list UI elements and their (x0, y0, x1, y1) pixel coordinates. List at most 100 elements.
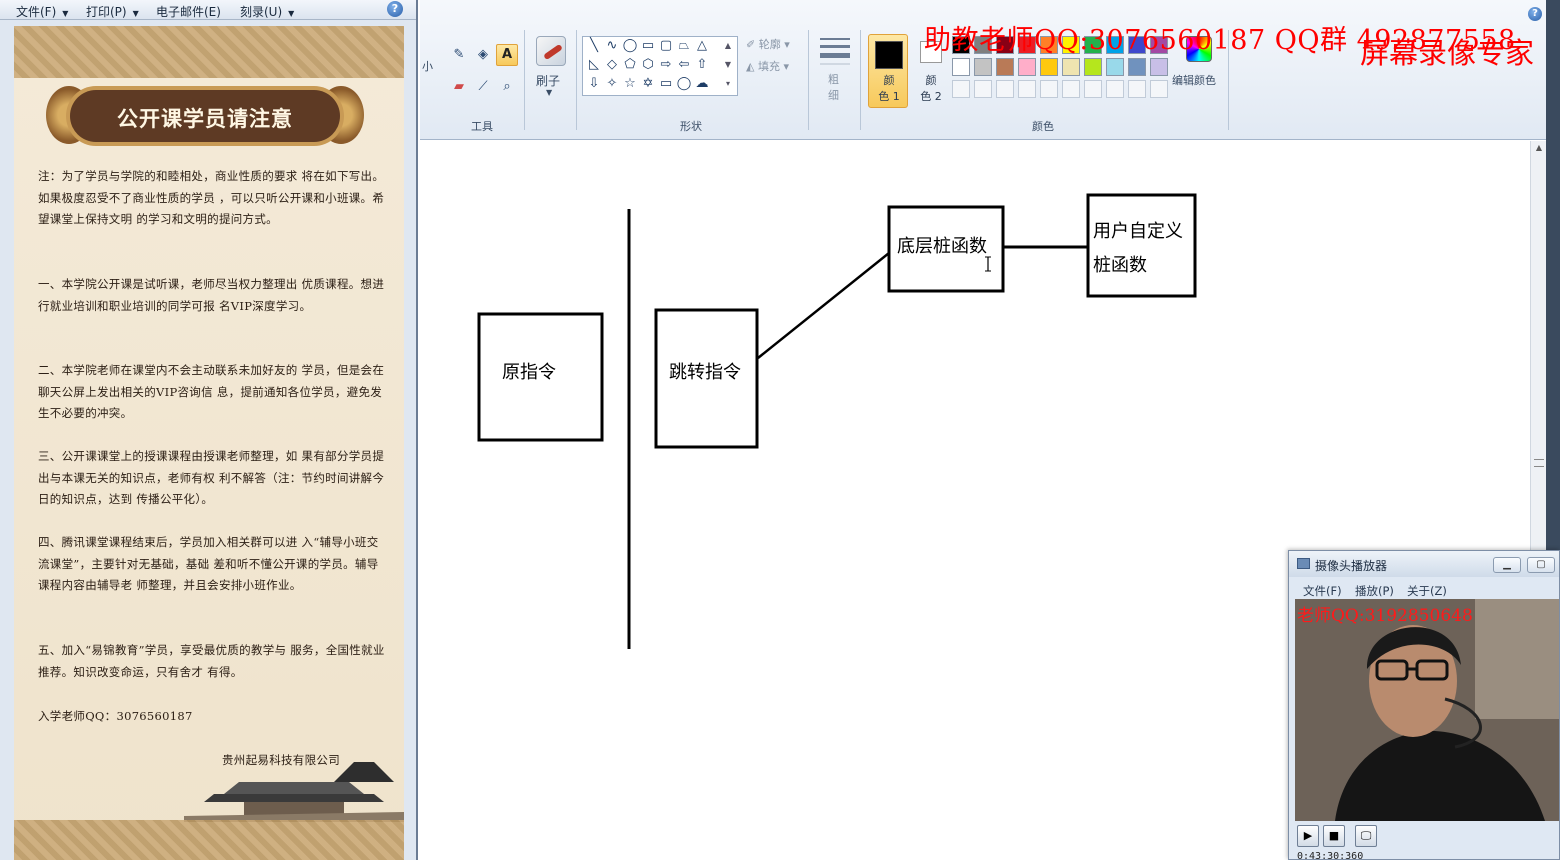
poster-paragraph-4: 四、腾讯课堂课程结束后，学员加入相关群可以进 入“辅导小班交流课堂”，主要针对无… (38, 535, 379, 592)
webcam-person-image (1295, 599, 1559, 821)
polygon-shape-icon[interactable]: ⏢ (675, 37, 693, 55)
color-picker-tool-button[interactable]: ⟋ (472, 76, 494, 98)
jump-instruction-label: 跳转指令 (669, 362, 741, 383)
color1-button[interactable]: 颜 色 1 (868, 34, 908, 108)
menu-burn[interactable]: 刻录(U) ▼ (240, 3, 294, 20)
minimize-button[interactable]: ▁ (1493, 557, 1521, 573)
pagoda-illustration (184, 762, 404, 822)
outline-dropdown[interactable]: ✐ 轮廓 ▾ (746, 36, 790, 52)
text-tool-button[interactable]: A (496, 44, 518, 66)
poster-paragraph-1: 一、本学院公开课是试听课，老师尽当权力整理出 优质课程。想进行就业培训和职业培训… (38, 277, 385, 313)
chevron-up-icon[interactable]: ▲ (719, 37, 737, 55)
chevron-down-icon: ▼ (546, 88, 553, 97)
video-watermark: 老师QQ:3192850648 (1297, 606, 1473, 626)
palette-swatch[interactable] (1040, 58, 1058, 76)
thickness-label: 粗 细 (828, 73, 839, 102)
size-label: 小 (422, 60, 433, 73)
fill-tool-button[interactable]: ◈ (472, 44, 494, 66)
pentagon-shape-icon[interactable]: ⬠ (621, 56, 639, 74)
palette-swatch[interactable] (1062, 58, 1080, 76)
stop-button[interactable]: ■ (1323, 825, 1345, 847)
brushes-button[interactable]: 刷子 ▼ (532, 34, 570, 104)
callout-oval-shape-icon[interactable]: ◯ (675, 75, 693, 93)
hexagon-shape-icon[interactable]: ⬡ (639, 56, 657, 74)
palette-swatch[interactable] (1106, 58, 1124, 76)
palette-empty-swatch[interactable] (1084, 80, 1102, 98)
cam-menu-file[interactable]: 文件(F) (1303, 583, 1342, 599)
palette-empty-swatch[interactable] (1018, 80, 1036, 98)
camera-player-title: 摄像头播放器 (1315, 559, 1388, 573)
photo-viewer-menubar: 文件(F) ▼ 打印(P) ▼ 电子邮件(E) 刻录(U) ▼ ? (0, 0, 416, 20)
poster-paragraph-intro: 注：为了学员与学院的和睦相处，商业性质的要求 将在如下写出。如果极度忍受不了商业… (38, 169, 385, 226)
connector-jump-to-stub (757, 252, 890, 359)
down-arrow-shape-icon[interactable]: ⇩ (585, 75, 603, 93)
five-point-star-shape-icon[interactable]: ☆ (621, 75, 639, 93)
callout-cloud-shape-icon[interactable]: ☁ (693, 75, 711, 93)
palette-swatch[interactable] (952, 58, 970, 76)
help-icon[interactable]: ? (1528, 7, 1542, 21)
thickness-button[interactable]: 粗 细 (818, 36, 854, 106)
ribbon-separator (524, 30, 525, 130)
four-point-star-shape-icon[interactable]: ✧ (603, 75, 621, 93)
pencil-tool-button[interactable]: ✎ (448, 44, 470, 66)
menu-print[interactable]: 打印(P) ▼ (86, 3, 139, 20)
palette-empty-swatch[interactable] (1106, 80, 1124, 98)
palette-swatch[interactable] (1150, 58, 1168, 76)
curve-shape-icon[interactable]: ∿ (603, 37, 621, 55)
palette-empty-swatch[interactable] (1150, 80, 1168, 98)
rounded-rectangle-shape-icon[interactable]: ▢ (657, 37, 675, 55)
triangle-shape-icon[interactable]: △ (693, 37, 711, 55)
poster-paragraph-2: 二、本学院老师在课堂内不会主动联系未加好友的 学员，但是会在聊天公屏上发出相关的… (38, 363, 385, 420)
oval-shape-icon[interactable]: ◯ (621, 37, 639, 55)
gallery-expand-icon[interactable]: ▾ (719, 75, 737, 93)
menu-email[interactable]: 电子邮件(E) (156, 3, 221, 20)
callout-rect-shape-icon[interactable]: ▭ (657, 75, 675, 93)
six-point-star-shape-icon[interactable]: ✡ (639, 75, 657, 93)
screen-button[interactable]: 🖵 (1355, 825, 1377, 847)
rectangle-shape-icon[interactable]: ▭ (639, 37, 657, 55)
eraser-tool-button[interactable]: ▰ (448, 76, 470, 98)
fill-dropdown[interactable]: ◭ 填充 ▾ (746, 58, 789, 74)
play-button[interactable]: ▶ (1297, 825, 1319, 847)
line-shape-icon[interactable]: ╲ (585, 37, 603, 55)
right-arrow-shape-icon[interactable]: ⇨ (657, 56, 675, 74)
palette-swatch[interactable] (1084, 58, 1102, 76)
palette-empty-swatch[interactable] (952, 80, 970, 98)
scroll-grip[interactable] (1534, 459, 1544, 467)
right-triangle-shape-icon[interactable]: ◺ (585, 56, 603, 74)
scroll-up-icon[interactable]: ▲ (1533, 143, 1545, 155)
magnifier-tool-button[interactable]: ⌕ (496, 76, 518, 98)
help-icon[interactable]: ? (387, 1, 403, 17)
camera-controls: ▶ ■ 🖵 (1295, 823, 1559, 849)
colors-group-label: 颜色 (1032, 120, 1054, 133)
cam-menu-about[interactable]: 关于(Z) (1407, 583, 1447, 599)
palette-swatch[interactable] (1018, 58, 1036, 76)
cam-menu-play[interactable]: 播放(P) (1355, 583, 1394, 599)
palette-empty-swatch[interactable] (1062, 80, 1080, 98)
palette-empty-swatch[interactable] (1128, 80, 1146, 98)
left-arrow-shape-icon[interactable]: ⇦ (675, 56, 693, 74)
ribbon-separator (860, 30, 861, 130)
watermark-brand: 屏幕录像专家 (1360, 36, 1535, 70)
menu-file[interactable]: 文件(F) ▼ (16, 3, 68, 20)
chevron-down-icon[interactable]: ▼ (719, 56, 737, 74)
pencil-icon: ✎ (453, 47, 465, 62)
user-stub-label-line2: 桩函数 (1093, 255, 1147, 276)
color1-swatch (875, 41, 903, 69)
camera-player-titlebar[interactable]: 摄像头播放器 ▁ ▢ (1289, 551, 1559, 577)
camera-player-window: 摄像头播放器 ▁ ▢ 文件(F) 播放(P) 关于(Z) 老师QQ:319285… (1288, 550, 1560, 860)
palette-empty-swatch[interactable] (974, 80, 992, 98)
play-icon: ▶ (1303, 829, 1313, 842)
user-stub-label-line1: 用户自定义 (1093, 221, 1183, 242)
outline-icon: ✐ (746, 38, 759, 51)
palette-swatch[interactable] (996, 58, 1014, 76)
up-arrow-shape-icon[interactable]: ⇧ (693, 56, 711, 74)
shapes-gallery[interactable]: ╲ ∿ ◯ ▭ ▢ ⏢ △ ◺ ◇ ⬠ ⬡ ⇨ ⇦ ⇧ ⇩ ✧ ☆ ✡ ▭ ◯ … (582, 36, 738, 96)
webcam-video: 老师QQ:3192850648 (1295, 599, 1559, 821)
diamond-shape-icon[interactable]: ◇ (603, 56, 621, 74)
maximize-button[interactable]: ▢ (1527, 557, 1555, 573)
palette-empty-swatch[interactable] (1040, 80, 1058, 98)
palette-swatch[interactable] (974, 58, 992, 76)
palette-swatch[interactable] (1128, 58, 1146, 76)
palette-empty-swatch[interactable] (996, 80, 1014, 98)
